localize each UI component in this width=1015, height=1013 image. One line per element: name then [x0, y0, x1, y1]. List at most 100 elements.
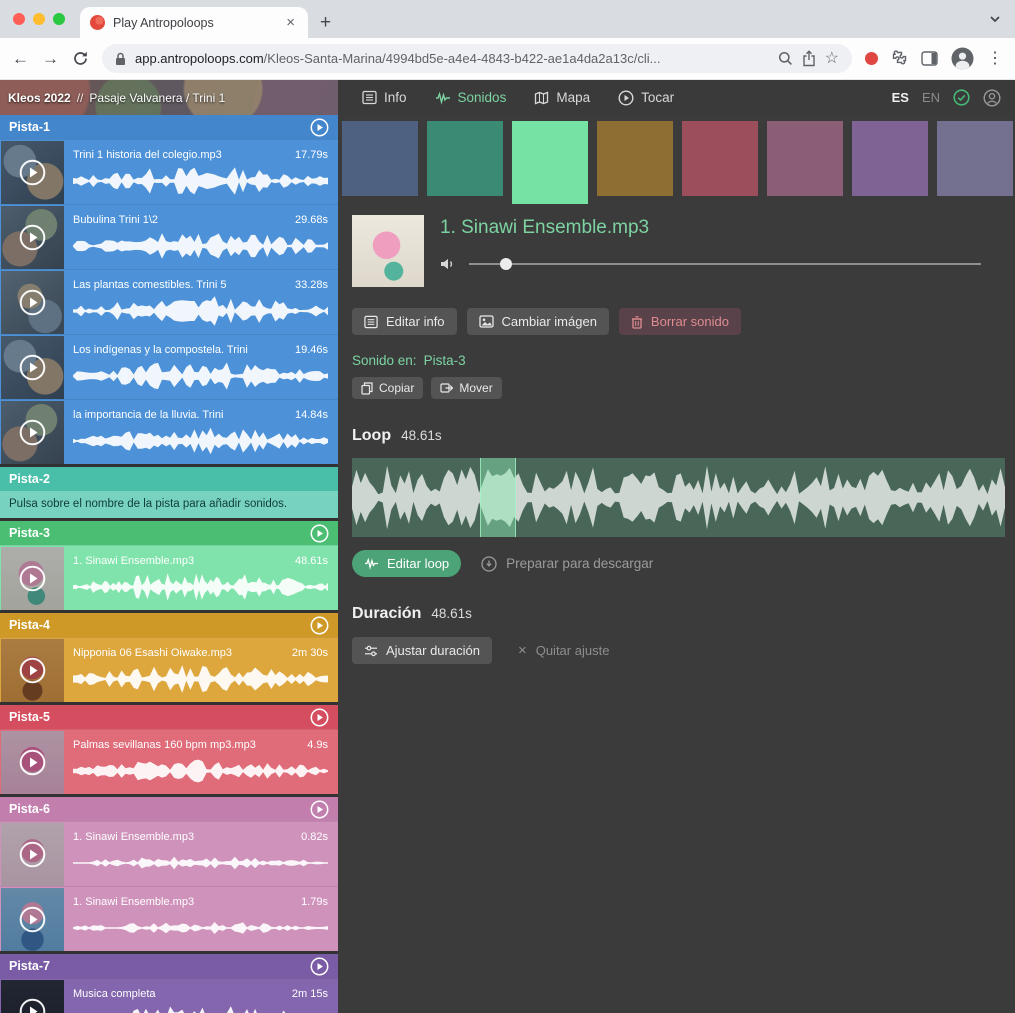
color-swatch[interactable]	[682, 121, 758, 196]
share-icon[interactable]	[802, 50, 816, 67]
play-overlay-icon[interactable]	[1, 206, 64, 269]
adjust-duration-button[interactable]: Ajustar duración	[352, 637, 492, 664]
breadcrumb[interactable]: Kleos 2022 // Pasaje Valvanera / Trini 1	[0, 80, 338, 115]
sound-name[interactable]: Bubulina Trini 1\2	[73, 214, 158, 227]
sound-item[interactable]: Nipponia 06 Esashi Oiwake.mp32m 30s	[0, 637, 338, 702]
browser-menu-icon[interactable]: ⋮	[987, 51, 1003, 67]
volume-slider-thumb[interactable]	[500, 258, 512, 270]
play-overlay-icon[interactable]	[1, 980, 64, 1013]
sound-name[interactable]: Los indígenas y la compostela. Trini	[73, 344, 248, 357]
track-play-button[interactable]	[310, 616, 329, 635]
sound-name[interactable]: la importancia de la lluvia. Trini	[73, 409, 223, 422]
track-play-button[interactable]	[310, 524, 329, 543]
sound-item[interactable]: Musica completa2m 15s	[0, 978, 338, 1013]
change-image-button[interactable]: Cambiar imágen	[467, 308, 609, 335]
color-swatch[interactable]	[342, 121, 418, 196]
track-header[interactable]: Pista-2	[0, 467, 338, 491]
sound-item-selected[interactable]: 1. Sinawi Ensemble.mp348.61s	[0, 545, 338, 610]
remove-adjust-button[interactable]: × Quitar ajuste	[506, 637, 621, 664]
play-overlay-icon[interactable]	[1, 547, 64, 610]
sound-item[interactable]: 1. Sinawi Ensemble.mp30.82s	[0, 821, 338, 886]
side-panel-icon[interactable]	[921, 51, 938, 66]
tab-close-icon[interactable]: ×	[283, 13, 298, 32]
nav-tab-mapa-label: Mapa	[556, 90, 590, 105]
window-minimize-button[interactable]	[33, 13, 45, 25]
track-header[interactable]: Pista-5	[0, 705, 338, 729]
play-overlay-icon[interactable]	[1, 639, 64, 702]
color-swatch[interactable]	[852, 121, 928, 196]
copy-button[interactable]: Copiar	[352, 377, 423, 399]
extension-record-icon[interactable]	[865, 52, 878, 65]
address-bar[interactable]: app.antropoloops.com/Kleos-Santa-Marina/…	[102, 44, 852, 73]
play-overlay-icon[interactable]	[1, 401, 64, 464]
prepare-download-button[interactable]: Preparar para descargar	[481, 556, 653, 572]
window-close-button[interactable]	[13, 13, 25, 25]
track-header[interactable]: Pista-3	[0, 521, 338, 545]
sound-item[interactable]: la importancia de la lluvia. Trini14.84s	[0, 399, 338, 464]
play-overlay-icon[interactable]	[1, 888, 64, 951]
account-icon[interactable]	[983, 89, 1001, 107]
new-tab-button[interactable]: +	[320, 13, 331, 32]
browser-tab-strip: Play Antropoloops × +	[0, 0, 1015, 38]
nav-tab-info[interactable]: Info	[362, 90, 407, 105]
sound-item[interactable]: Trini 1 historia del colegio.mp317.79s	[0, 139, 338, 204]
color-swatch[interactable]	[597, 121, 673, 196]
volume-slider[interactable]	[469, 258, 981, 270]
track-play-button[interactable]	[310, 118, 329, 137]
loop-selection-region[interactable]	[480, 458, 516, 537]
play-overlay-icon[interactable]	[1, 823, 64, 886]
sound-name[interactable]: Nipponia 06 Esashi Oiwake.mp3	[73, 647, 232, 660]
track-play-button[interactable]	[310, 957, 329, 976]
tab-search-chevron-icon[interactable]	[989, 15, 1001, 23]
profile-avatar[interactable]	[951, 47, 974, 70]
sound-item[interactable]: Bubulina Trini 1\229.68s	[0, 204, 338, 269]
sound-item[interactable]: Las plantas comestibles. Trini 533.28s	[0, 269, 338, 334]
sound-item[interactable]: Los indígenas y la compostela. Trini19.4…	[0, 334, 338, 399]
track-header[interactable]: Pista-6	[0, 797, 338, 821]
track-play-button[interactable]	[310, 708, 329, 727]
track-header[interactable]: Pista-1	[0, 115, 338, 139]
nav-tab-mapa[interactable]: Mapa	[534, 90, 590, 105]
sound-name[interactable]: 1. Sinawi Ensemble.mp3	[73, 896, 194, 909]
nav-tab-tocar[interactable]: Tocar	[618, 90, 674, 106]
edit-loop-button[interactable]: Editar loop	[352, 550, 461, 577]
color-swatch[interactable]	[937, 121, 1013, 196]
sound-item[interactable]: Palmas sevillanas 160 bpm mp3.mp34.9s	[0, 729, 338, 794]
sound-item[interactable]: 1. Sinawi Ensemble.mp31.79s	[0, 886, 338, 951]
bookmark-star-icon[interactable]: ☆	[825, 51, 839, 67]
forward-button[interactable]: →	[42, 50, 59, 67]
language-en-button[interactable]: EN	[922, 90, 940, 105]
sound-location-link[interactable]: Pista-3	[424, 353, 466, 368]
color-swatch[interactable]	[767, 121, 843, 196]
delete-sound-button[interactable]: Borrar sonido	[619, 308, 741, 335]
color-swatch[interactable]	[427, 121, 503, 196]
back-button[interactable]: ←	[12, 50, 29, 67]
breadcrumb-project[interactable]: Kleos 2022	[8, 91, 71, 105]
reload-button[interactable]	[72, 50, 89, 67]
track-header[interactable]: Pista-7	[0, 954, 338, 978]
sound-name[interactable]: Musica completa	[73, 988, 156, 1001]
play-overlay-icon[interactable]	[1, 336, 64, 399]
play-overlay-icon[interactable]	[1, 141, 64, 204]
track-header[interactable]: Pista-4	[0, 613, 338, 637]
edit-info-button[interactable]: Editar info	[352, 308, 457, 335]
nav-tab-sonidos[interactable]: Sonidos	[435, 90, 507, 105]
window-fullscreen-button[interactable]	[53, 13, 65, 25]
sound-name[interactable]: Las plantas comestibles. Trini 5	[73, 279, 226, 292]
play-overlay-icon[interactable]	[1, 271, 64, 334]
language-es-button[interactable]: ES	[892, 90, 909, 105]
sound-name[interactable]: Palmas sevillanas 160 bpm mp3.mp3	[73, 739, 256, 752]
sound-name[interactable]: 1. Sinawi Ensemble.mp3	[73, 555, 194, 568]
color-swatch-selected[interactable]	[512, 121, 588, 204]
zoom-icon[interactable]	[778, 51, 793, 66]
sound-name[interactable]: 1. Sinawi Ensemble.mp3	[73, 831, 194, 844]
play-overlay-icon[interactable]	[1, 731, 64, 794]
extensions-puzzle-icon[interactable]	[891, 50, 908, 67]
track-play-button[interactable]	[310, 800, 329, 819]
sound-name[interactable]: Trini 1 historia del colegio.mp3	[73, 149, 222, 162]
browser-tab-active[interactable]: Play Antropoloops ×	[80, 7, 308, 38]
loop-waveform[interactable]	[352, 458, 1005, 537]
breadcrumb-page[interactable]: Pasaje Valvanera / Trini 1	[89, 91, 225, 105]
move-button[interactable]: Mover	[431, 377, 501, 399]
clear-icon: ×	[518, 643, 527, 658]
